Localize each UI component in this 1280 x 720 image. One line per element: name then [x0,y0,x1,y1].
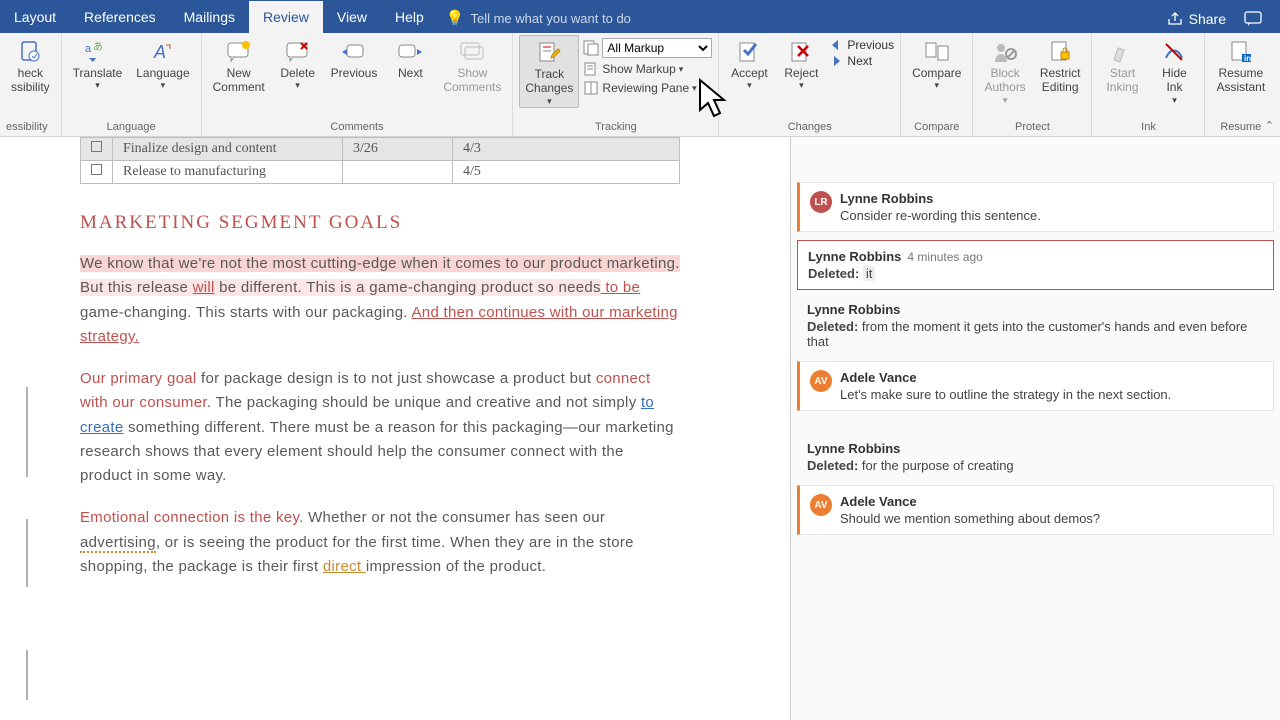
restrict-editing-button[interactable]: Restrict Editing [1035,35,1086,95]
feedback-icon[interactable] [1244,11,1262,27]
display-for-review-dropdown[interactable]: All Markup [583,38,712,58]
change-bar [26,519,28,587]
tab-references[interactable]: References [70,1,170,33]
resume-assistant-button[interactable]: in Resume Assistant [1211,35,1270,95]
new-comment-icon [226,41,252,63]
lightbulb-icon: 💡 [446,9,465,27]
table-row: Release to manufacturing 4/5 [81,161,680,184]
track-changes-icon [536,41,562,65]
svg-text:A: A [153,42,166,62]
block-authors-button[interactable]: Block Authors▾ [979,35,1030,106]
reject-icon [788,40,814,64]
previous-comment-button[interactable]: Previous [326,35,383,80]
revisions-pane: LR Lynne Robbins Consider re-wording thi… [790,137,1280,720]
tab-mailings[interactable]: Mailings [170,1,249,33]
accept-button[interactable]: Accept▾ [725,35,773,91]
check-accessibility-button[interactable]: heck ssibility [6,35,55,95]
compare-icon [924,40,950,64]
tab-view[interactable]: View [323,1,381,33]
show-markup-button[interactable]: Show Markup ▾ [583,61,712,77]
comment-card[interactable]: AV Adele Vance Should we mention somethi… [797,485,1274,535]
avatar: AV [810,494,832,516]
accessibility-icon [17,40,43,64]
tab-layout[interactable]: Layout [0,1,70,33]
share-button[interactable]: Share [1167,11,1226,27]
start-inking-icon [1110,40,1134,64]
restrict-editing-icon [1048,40,1072,64]
comment-card[interactable]: AV Adele Vance Let's make sure to outlin… [797,361,1274,411]
revision-card[interactable]: Lynne Robbins Deleted: from the moment i… [797,298,1274,353]
reject-button[interactable]: Reject▾ [777,35,825,91]
ribbon-tabs: Layout References Mailings Review View H… [0,0,1280,33]
markup-select[interactable]: All Markup [602,38,712,58]
checkbox[interactable] [91,141,102,152]
svg-text:a: a [85,43,92,55]
tell-me-search[interactable]: 💡 Tell me what you want to do [446,9,631,33]
revision-card[interactable]: Lynne Robbins4 minutes ago Deleted: it [797,240,1274,290]
show-comments-icon [459,41,485,63]
svg-text:in: in [1244,54,1251,63]
milestones-table: Finalize design and content 3/26 4/3 Rel… [80,137,680,184]
tell-me-placeholder: Tell me what you want to do [470,11,630,26]
display-review-icon [583,40,599,56]
show-markup-icon [583,61,599,77]
language-icon: A [150,40,176,64]
share-icon [1167,11,1183,27]
next-change-icon [829,54,843,68]
next-comment-button[interactable]: Next [386,35,434,80]
compare-button[interactable]: Compare▾ [907,35,966,91]
document-page[interactable]: Finalize design and content 3/26 4/3 Rel… [0,137,790,720]
table-row: Finalize design and content 3/26 4/3 [81,138,680,161]
change-bar [26,387,28,477]
new-comment-button[interactable]: New Comment [208,35,270,95]
section-heading: MARKETING SEGMENT GOALS [80,212,790,234]
svg-text:あ: あ [93,41,103,53]
accept-icon [736,40,762,64]
avatar: AV [810,370,832,392]
comment-card[interactable]: LR Lynne Robbins Consider re-wording thi… [797,182,1274,232]
next-comment-icon [397,41,423,63]
prev-change-icon [829,38,843,52]
tab-review[interactable]: Review [249,1,323,33]
collapse-ribbon-button[interactable]: ⌃ [1265,119,1274,132]
previous-change-button[interactable]: Previous [829,38,894,52]
delete-comment-button[interactable]: Delete▾ [274,35,322,91]
translate-button[interactable]: aあ Translate▾ [68,35,128,91]
paragraph: Our primary goal for package design is t… [80,367,680,488]
hide-ink-button[interactable]: Hide Ink▾ [1150,35,1198,106]
translate-icon: aあ [83,40,111,64]
track-changes-button[interactable]: Track Changes▾ [519,35,579,108]
ribbon: heck ssibility essibility aあ Translate▾ … [0,33,1280,137]
block-authors-icon [992,40,1018,64]
hide-ink-icon [1162,40,1186,64]
checkbox[interactable] [91,164,102,175]
next-change-button[interactable]: Next [829,54,894,68]
start-inking-button[interactable]: Start Inking [1098,35,1146,95]
resume-assistant-icon: in [1228,40,1254,64]
delete-comment-icon [285,41,311,63]
avatar: LR [810,191,832,213]
show-comments-button[interactable]: Show Comments [438,35,506,95]
paragraph: Emotional connection is the key. Whether… [80,506,680,579]
tab-help[interactable]: Help [381,1,438,33]
reviewing-pane-button[interactable]: Reviewing Pane ▾ [583,80,712,96]
paragraph: We know that we're not the most cutting-… [80,252,680,349]
revision-card[interactable]: Lynne Robbins Deleted: for the purpose o… [797,437,1274,477]
change-bar [26,650,28,700]
previous-comment-icon [341,41,367,63]
language-button[interactable]: A Language▾ [131,35,194,91]
reviewing-pane-icon [583,80,599,96]
